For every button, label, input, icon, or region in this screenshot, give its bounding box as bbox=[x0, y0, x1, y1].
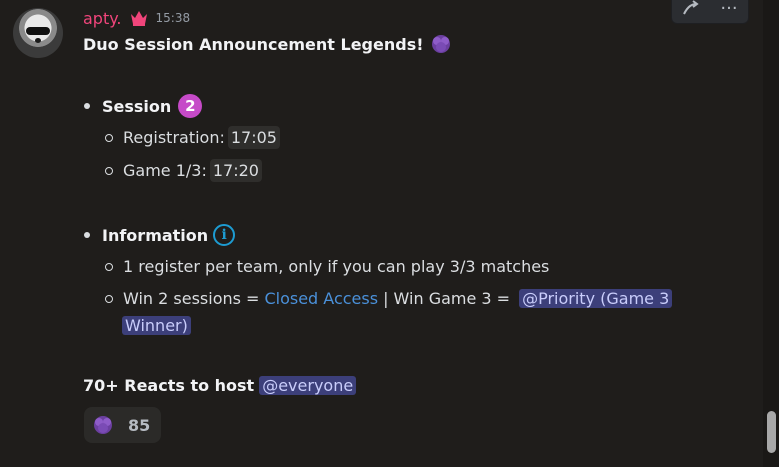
more-icon[interactable]: ··· bbox=[715, 0, 743, 20]
registration-time: 17:05 bbox=[227, 126, 280, 149]
message-header: apty. 15:38 bbox=[83, 7, 190, 29]
bullet-circle bbox=[105, 166, 113, 175]
footer-text: 70+ Reacts to host bbox=[83, 376, 255, 395]
priority-role-mention-continued[interactable]: Winner) bbox=[122, 316, 191, 335]
footer-line: 70+ Reacts to host @everyone bbox=[83, 376, 357, 395]
info-line-2-middle: | Win Game 3 = bbox=[383, 289, 511, 308]
reply-icon[interactable] bbox=[677, 0, 705, 20]
timestamp[interactable]: 15:38 bbox=[156, 11, 191, 25]
game-item: Game 1/3: 17:20 bbox=[105, 159, 262, 182]
information-bullet: Information i bbox=[84, 224, 236, 246]
crown-icon bbox=[130, 11, 147, 26]
number-two-badge: 2 bbox=[178, 94, 203, 118]
reaction-button[interactable]: 85 bbox=[84, 407, 161, 443]
session-bullet: Session 2 bbox=[84, 94, 203, 118]
message: apty. 15:38 ··· Duo Session Announcement… bbox=[0, 0, 763, 467]
game-time: 17:20 bbox=[209, 159, 262, 182]
info-icon: i bbox=[213, 224, 236, 246]
session-label: Session bbox=[102, 96, 172, 116]
avatar[interactable] bbox=[13, 8, 63, 58]
avatar-glasses bbox=[26, 27, 50, 35]
reaction-count: 85 bbox=[128, 415, 151, 435]
info-line-1: 1 register per team, only if you can pla… bbox=[105, 257, 549, 276]
scroll-track bbox=[763, 0, 779, 467]
pompom-emoji-icon bbox=[431, 35, 450, 53]
registration-label: Registration: bbox=[123, 128, 225, 147]
info-line-1-text: 1 register per team, only if you can pla… bbox=[123, 257, 550, 276]
username[interactable]: apty. bbox=[83, 9, 122, 28]
bullet-dot bbox=[84, 103, 90, 109]
pompom-emoji-icon bbox=[94, 416, 112, 434]
info-line-2-prefix: Win 2 sessions = bbox=[123, 289, 260, 308]
message-title: Duo Session Announcement Legends! bbox=[83, 33, 452, 55]
info-line-2: Win 2 sessions = Closed Access | Win Gam… bbox=[105, 289, 673, 308]
closed-access-link[interactable]: Closed Access bbox=[264, 289, 378, 308]
bullet-dot bbox=[84, 232, 90, 238]
title-text: Duo Session Announcement Legends! bbox=[83, 34, 424, 54]
scrollbar-thumb[interactable] bbox=[767, 411, 776, 453]
bullet-circle bbox=[105, 133, 113, 142]
registration-item: Registration: 17:05 bbox=[105, 126, 280, 149]
message-actions: ··· bbox=[671, 0, 749, 24]
info-line-2-wrap: Winner) bbox=[122, 316, 191, 335]
avatar-nose bbox=[35, 38, 41, 43]
bullet-circle bbox=[105, 294, 113, 303]
information-label: Information bbox=[102, 225, 209, 245]
priority-role-mention[interactable]: @Priority (Game 3 bbox=[519, 289, 673, 308]
everyone-mention[interactable]: @everyone bbox=[259, 376, 357, 395]
bullet-circle bbox=[105, 262, 113, 271]
game-label: Game 1/3: bbox=[123, 161, 207, 180]
